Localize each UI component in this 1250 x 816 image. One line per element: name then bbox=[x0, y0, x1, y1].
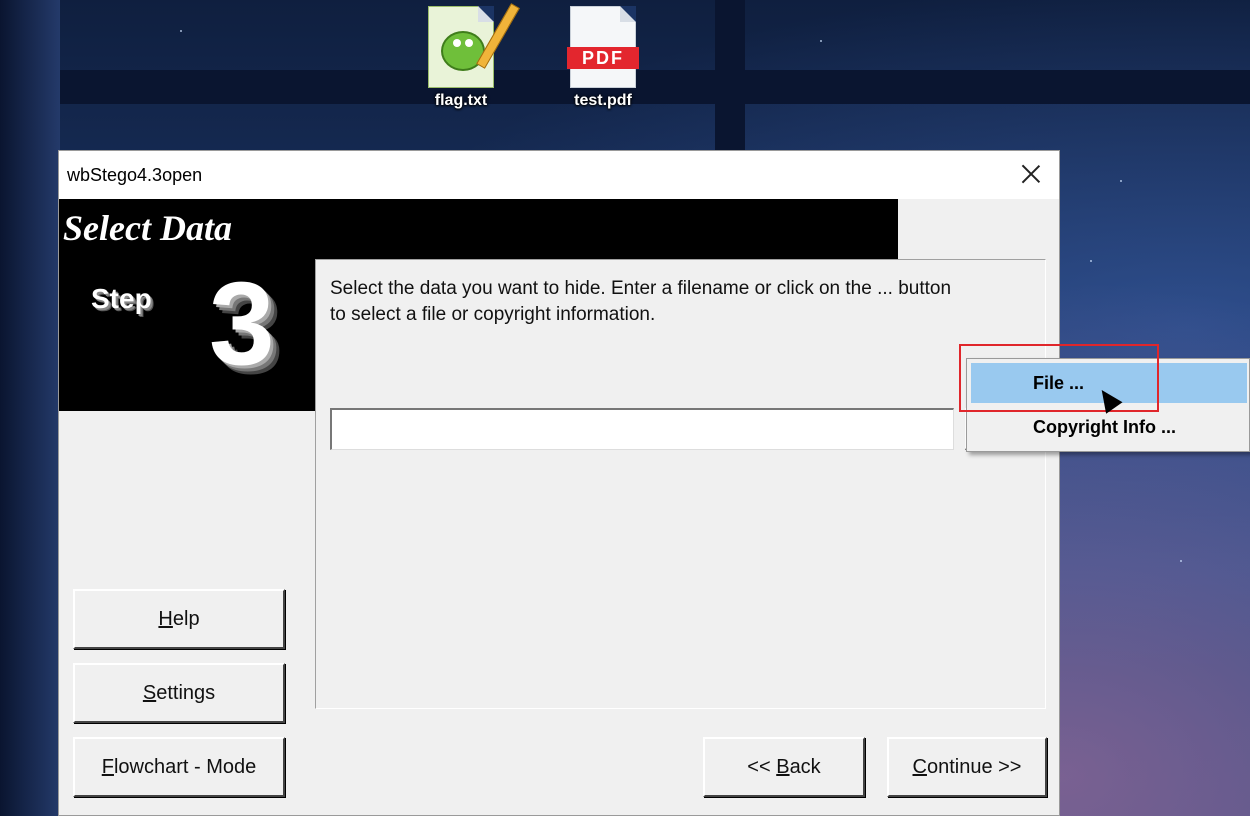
continue-button[interactable]: Continue >> bbox=[887, 737, 1047, 797]
wallpaper-star bbox=[180, 30, 182, 32]
settings-button[interactable]: Settings bbox=[73, 663, 285, 723]
flowchart-mnemonic: F bbox=[101, 755, 114, 778]
desktop-icon-label: flag.txt bbox=[434, 92, 488, 109]
continue-label: ontinue >> bbox=[926, 755, 1022, 778]
page-heading: Select Data bbox=[63, 208, 232, 248]
desktop-icon-test-pdf[interactable]: PDF test.pdf bbox=[548, 6, 658, 110]
pdf-file-icon: PDF bbox=[567, 6, 639, 88]
help-button[interactable]: Help bbox=[73, 589, 285, 649]
flowchart-label: lowchart - Mode bbox=[113, 755, 257, 778]
back-mnemonic: B bbox=[776, 755, 790, 778]
wallpaper-frame-left bbox=[0, 0, 60, 816]
help-mnemonic: H bbox=[158, 607, 173, 630]
settings-mnemonic: S bbox=[142, 681, 157, 704]
wallpaper-star bbox=[1180, 560, 1182, 562]
step-indicator: Step 3 bbox=[59, 259, 315, 411]
help-label: elp bbox=[172, 607, 200, 630]
filename-input[interactable] bbox=[330, 408, 954, 450]
wallpaper-star bbox=[820, 40, 822, 42]
desktop-icon-label: test.pdf bbox=[574, 92, 632, 109]
settings-label: ettings bbox=[156, 681, 216, 704]
pdf-badge: PDF bbox=[567, 47, 639, 69]
menu-item-copyright-info[interactable]: Copyright Info ... bbox=[971, 407, 1247, 447]
back-button[interactable]: << Back bbox=[703, 737, 865, 797]
step-label: Step bbox=[91, 283, 152, 314]
app-window: wbStego4.3open Select Data Step 3 Select… bbox=[58, 150, 1060, 816]
header-banner: Select Data bbox=[59, 199, 898, 259]
desktop-icon-flag-txt[interactable]: flag.txt bbox=[406, 3, 520, 110]
instructions-text: Select the data you want to hide. Enter … bbox=[330, 278, 952, 325]
wallpaper-frame-mullion bbox=[715, 0, 745, 150]
title-bar[interactable]: wbStego4.3open bbox=[59, 151, 1059, 199]
content-panel: Select the data you want to hide. Enter … bbox=[315, 259, 1046, 709]
window-title: wbStego4.3open bbox=[67, 164, 203, 185]
wallpaper-star bbox=[1120, 180, 1122, 182]
continue-mnemonic: C bbox=[912, 755, 927, 778]
back-prefix: << bbox=[747, 755, 777, 778]
step-number: 3 bbox=[209, 258, 275, 390]
notepad-plus-plus-file-icon bbox=[428, 3, 520, 88]
back-label: ack bbox=[789, 755, 821, 778]
flowchart-mode-button[interactable]: Flowchart - Mode bbox=[73, 737, 285, 797]
close-icon[interactable] bbox=[1017, 160, 1045, 188]
wallpaper-star bbox=[1090, 260, 1092, 262]
